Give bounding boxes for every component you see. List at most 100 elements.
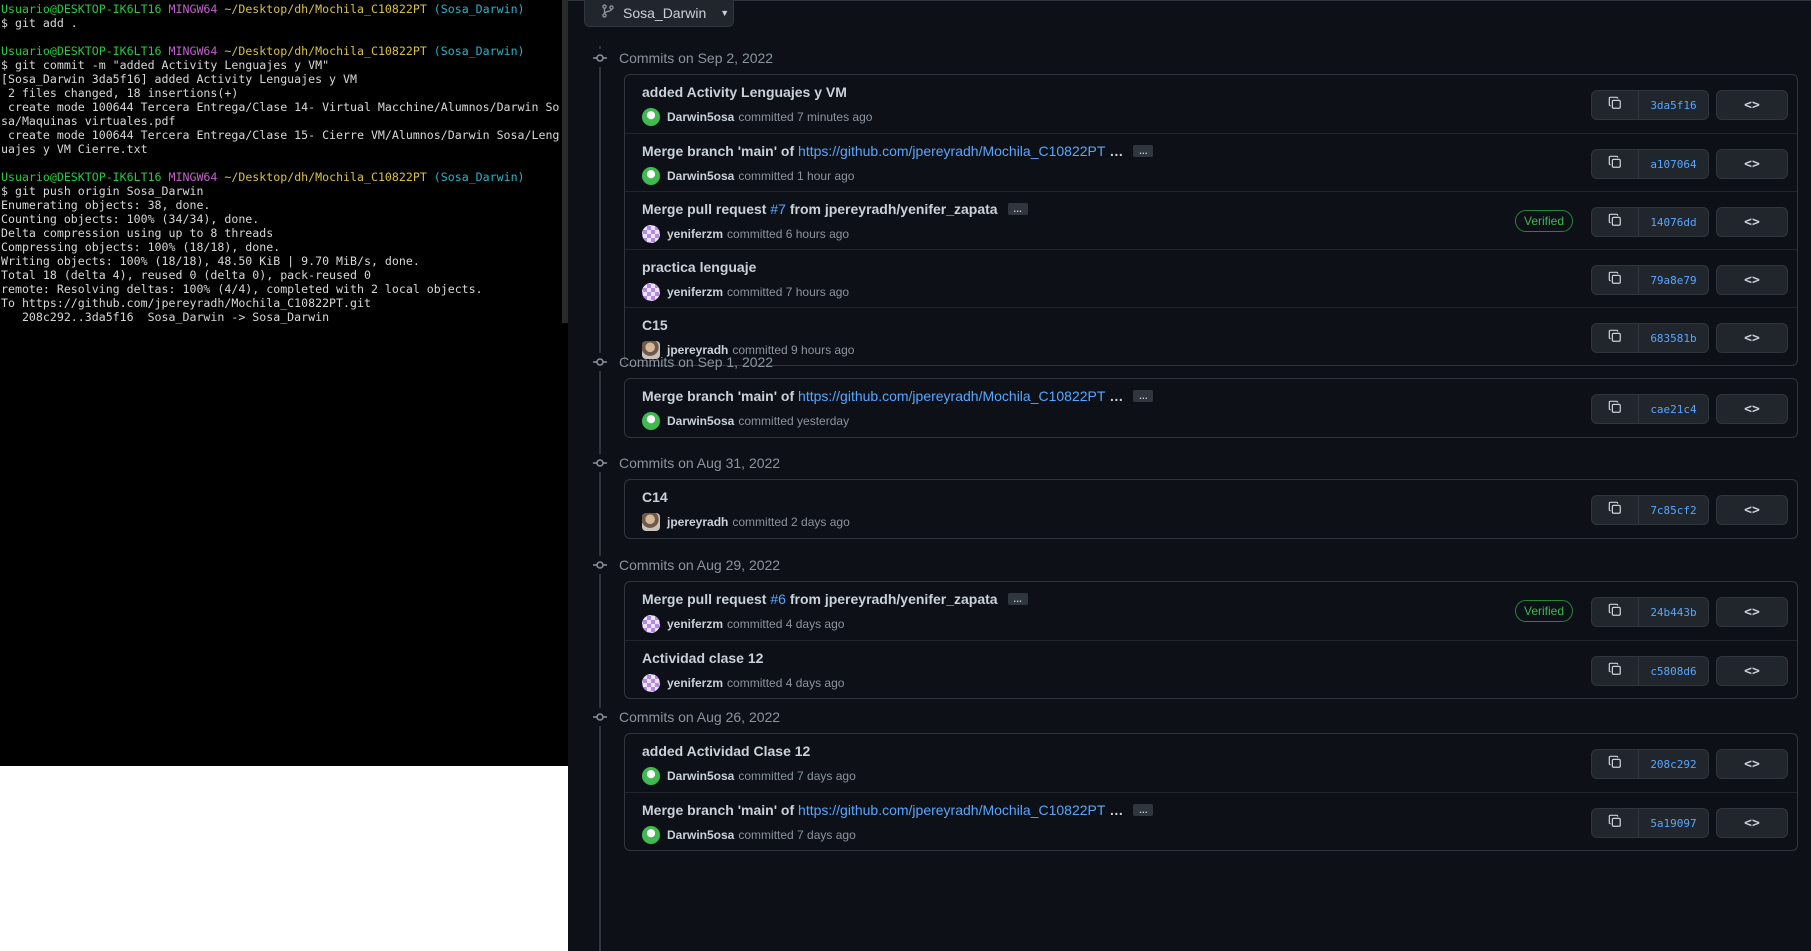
commit-message-text[interactable]: Merge branch 'main' of [642,388,794,404]
commit-sha-link[interactable]: c5808d6 [1639,657,1708,685]
commit-message-text[interactable]: Merge branch 'main' of [642,802,794,818]
expand-message-button[interactable]: … [1133,145,1154,157]
commit-sha-link[interactable]: 3da5f16 [1639,91,1708,119]
commit-sha-link[interactable]: 7c85cf2 [1639,496,1708,524]
browse-repo-button[interactable]: <> [1716,149,1788,179]
git-branch-icon [601,3,615,23]
commit-message-text[interactable]: Merge branch 'main' of [642,143,794,159]
commit-row: added Activity Lenguajes y VM Darwin5osa c… [625,75,1797,133]
commit-message-tail[interactable]: … [1105,143,1123,159]
commit-message-text[interactable]: Merge pull request [642,201,766,217]
commit-sha-link[interactable]: 24b443b [1639,598,1708,626]
commit-author-link[interactable]: yeniferzm [667,227,723,241]
commit-message-tail[interactable]: … [1105,802,1123,818]
browse-repo-button[interactable]: <> [1716,265,1788,295]
expand-message-button[interactable]: … [1007,593,1028,605]
copy-sha-button[interactable] [1592,208,1639,236]
commit-time: committed 4 days ago [727,617,845,631]
browse-repo-button[interactable]: <> [1716,495,1788,525]
commit-author-link[interactable]: Darwin5osa [667,110,734,124]
avatar[interactable] [642,513,660,531]
expand-message-button[interactable]: … [1133,390,1154,402]
commit-message-link[interactable]: https://github.com/jpereyradh/Mochila_C1… [798,802,1105,818]
commit-message-link[interactable]: https://github.com/jpereyradh/Mochila_C1… [798,388,1105,404]
branch-selector-button[interactable]: Sosa_Darwin ▼ [584,0,734,27]
copy-sha-button[interactable] [1592,496,1639,524]
commit-meta: yeniferzm committed 6 hours ago [642,225,849,243]
commit-author-link[interactable]: Darwin5osa [667,169,734,183]
expand-message-button[interactable]: … [1133,804,1154,816]
browse-repo-button[interactable]: <> [1716,323,1788,353]
commit-message: C14 [642,489,668,505]
terminal-output-line: remote: Resolving deltas: 100% (4/4), co… [1,282,483,296]
browse-repo-button[interactable]: <> [1716,597,1788,627]
copy-icon [1608,662,1622,681]
commit-sha-link[interactable]: cae21c4 [1639,395,1708,423]
commit-date-heading: Commits on Sep 2, 2022 [619,50,774,66]
copy-sha-button[interactable] [1592,91,1639,119]
browse-repo-button[interactable]: <> [1716,749,1788,779]
prompt-branch: (Sosa_Darwin) [433,44,525,58]
verified-badge[interactable]: Verified [1515,600,1574,622]
commit-sha-link[interactable]: 5a19097 [1639,809,1708,837]
copy-sha-button[interactable] [1592,266,1639,294]
commit-message-text[interactable]: C14 [642,489,668,505]
avatar[interactable] [642,167,660,185]
copy-sha-button[interactable] [1592,598,1639,626]
commit-message-tail[interactable]: from jpereyradh/yenifer_zapata [786,591,998,607]
commit-sha-link[interactable]: 683581b [1639,324,1708,352]
avatar[interactable] [642,108,660,126]
commit-message-tail[interactable]: … [1105,388,1123,404]
commit-message-text[interactable]: added Activity Lenguajes y VM [642,84,847,100]
browse-repo-button[interactable]: <> [1716,90,1788,120]
avatar[interactable] [642,615,660,633]
copy-sha-button[interactable] [1592,809,1639,837]
commit-message-link[interactable]: https://github.com/jpereyradh/Mochila_C1… [798,143,1105,159]
commit-author-link[interactable]: jpereyradh [667,515,728,529]
commit-author-link[interactable]: Darwin5osa [667,828,734,842]
browse-repo-button[interactable]: <> [1716,207,1788,237]
commit-message-text[interactable]: practica lenguaje [642,259,756,275]
terminal-output-line: Counting objects: 100% (34/34), done. [1,212,260,226]
commit-author-link[interactable]: Darwin5osa [667,769,734,783]
commit-message-link[interactable]: #6 [770,591,786,607]
code-brackets-icon: <> [1744,330,1760,346]
commit-author-link[interactable]: yeniferzm [667,676,723,690]
copy-icon [1608,329,1622,348]
expand-message-button[interactable]: … [1007,203,1028,215]
commit-author-link[interactable]: Darwin5osa [667,414,734,428]
commit-message: C15 [642,317,668,333]
avatar[interactable] [642,767,660,785]
commit-message: practica lenguaje [642,259,756,275]
copy-sha-button[interactable] [1592,657,1639,685]
commit-sha-link[interactable]: 14076dd [1639,208,1708,236]
commit-message-text[interactable]: added Actividad Clase 12 [642,743,810,759]
commit-message-tail[interactable]: from jpereyradh/yenifer_zapata [786,201,998,217]
browse-repo-button[interactable]: <> [1716,394,1788,424]
commit-author-link[interactable]: yeniferzm [667,285,723,299]
copy-sha-button[interactable] [1592,395,1639,423]
copy-sha-button[interactable] [1592,324,1639,352]
commit-message: added Activity Lenguajes y VM [642,84,847,100]
copy-sha-button[interactable] [1592,150,1639,178]
verified-badge[interactable]: Verified [1515,210,1574,232]
avatar[interactable] [642,412,660,430]
commit-message-text[interactable]: Actividad clase 12 [642,650,763,666]
browse-repo-button[interactable]: <> [1716,808,1788,838]
commit-message-text[interactable]: Merge pull request [642,591,766,607]
browse-repo-button[interactable]: <> [1716,656,1788,686]
commit-sha-button-group: 7c85cf2 [1591,495,1709,525]
avatar[interactable] [642,283,660,301]
commit-sha-link[interactable]: a107064 [1639,150,1708,178]
commit-message-link[interactable]: #7 [770,201,786,217]
git-bash-terminal[interactable]: Usuario@DESKTOP-IK6LT16 MINGW64 ~/Deskto… [0,0,568,766]
commit-sha-link[interactable]: 208c292 [1639,750,1708,778]
avatar[interactable] [642,826,660,844]
commit-sha-link[interactable]: 79a8e79 [1639,266,1708,294]
commit-message-text[interactable]: C15 [642,317,668,333]
copy-sha-button[interactable] [1592,750,1639,778]
commit-author-link[interactable]: yeniferzm [667,617,723,631]
avatar[interactable] [642,225,660,243]
code-brackets-icon: <> [1744,272,1760,288]
avatar[interactable] [642,674,660,692]
